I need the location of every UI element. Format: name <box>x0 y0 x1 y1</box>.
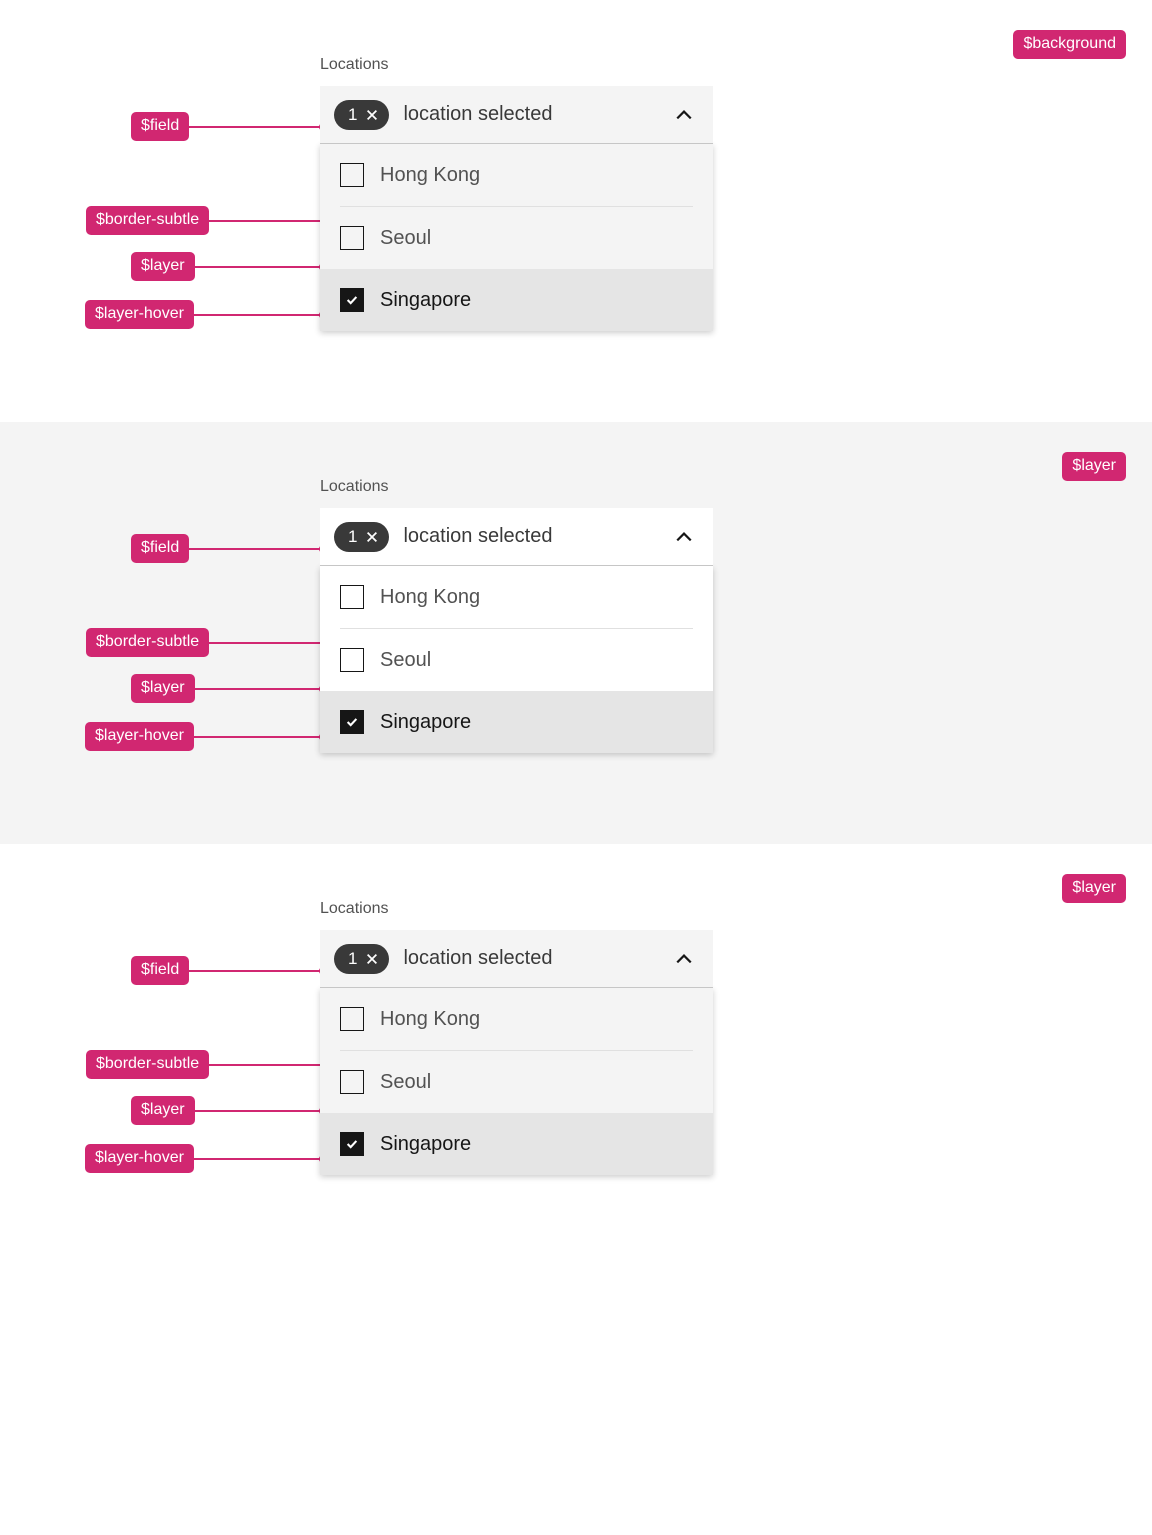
checkbox-unchecked-icon[interactable] <box>340 1070 364 1094</box>
multiselect-field[interactable]: 1 location selected <box>320 930 713 988</box>
option-label: Hong Kong <box>380 1008 480 1031</box>
clear-selection-icon[interactable] <box>365 530 379 544</box>
checkbox-checked-icon[interactable] <box>340 288 364 312</box>
option-label: Singapore <box>380 289 471 312</box>
multiselect-field[interactable]: 1 location selected <box>320 86 713 144</box>
option-label: Seoul <box>380 649 431 672</box>
token-tag-layer-hover: $layer-hover <box>85 1144 194 1173</box>
selected-count: 1 <box>348 527 357 547</box>
bottom-spacer <box>0 1270 1152 1535</box>
token-tag-layer: $layer <box>1062 874 1126 903</box>
token-section-layer-1: $layer $field $border-subtle $layer $lay… <box>0 422 1152 844</box>
option-hong-kong[interactable]: Hong Kong <box>320 988 713 1050</box>
leader-line <box>188 314 323 316</box>
multiselect-summary: location selected <box>403 103 552 126</box>
clear-selection-icon[interactable] <box>365 108 379 122</box>
selected-count-tag[interactable]: 1 <box>334 100 389 130</box>
leader-line <box>188 736 323 738</box>
multiselect: Locations 1 location selected Hong Kong … <box>320 56 713 331</box>
checkbox-unchecked-icon[interactable] <box>340 585 364 609</box>
multiselect-summary: location selected <box>403 947 552 970</box>
option-singapore[interactable]: Singapore <box>320 691 713 753</box>
token-tag-border-subtle: $border-subtle <box>86 1050 209 1079</box>
checkbox-unchecked-icon[interactable] <box>340 1007 364 1031</box>
multiselect-menu: Hong Kong Seoul Singapore <box>320 144 713 331</box>
multiselect-field[interactable]: 1 location selected <box>320 508 713 566</box>
option-hong-kong[interactable]: Hong Kong <box>320 566 713 628</box>
token-tag-background: $background <box>1013 30 1126 59</box>
token-tag-border-subtle: $border-subtle <box>86 628 209 657</box>
option-label: Singapore <box>380 1133 471 1156</box>
selected-count: 1 <box>348 105 357 125</box>
option-label: Hong Kong <box>380 586 480 609</box>
token-tag-field: $field <box>131 112 189 141</box>
leader-line <box>185 688 323 690</box>
token-tag-field: $field <box>131 534 189 563</box>
leader-line <box>183 548 323 550</box>
leader-line <box>185 266 323 268</box>
multiselect-menu: Hong Kong Seoul Singapore <box>320 566 713 753</box>
token-section-layer-2: $layer $field $border-subtle $layer $lay… <box>0 844 1152 1270</box>
leader-line <box>188 1158 323 1160</box>
option-label: Hong Kong <box>380 164 480 187</box>
selected-count-tag[interactable]: 1 <box>334 944 389 974</box>
chevron-up-icon[interactable] <box>675 106 693 124</box>
checkbox-checked-icon[interactable] <box>340 710 364 734</box>
option-hong-kong[interactable]: Hong Kong <box>320 144 713 206</box>
token-tag-layer-hover: $layer-hover <box>85 722 194 751</box>
checkbox-unchecked-icon[interactable] <box>340 163 364 187</box>
checkbox-checked-icon[interactable] <box>340 1132 364 1156</box>
checkbox-unchecked-icon[interactable] <box>340 648 364 672</box>
token-tag-layer: $layer <box>1062 452 1126 481</box>
multiselect-label: Locations <box>320 56 713 74</box>
chevron-up-icon[interactable] <box>675 528 693 546</box>
token-tag-field: $field <box>131 956 189 985</box>
option-singapore[interactable]: Singapore <box>320 1113 713 1175</box>
checkbox-unchecked-icon[interactable] <box>340 226 364 250</box>
multiselect-menu: Hong Kong Seoul Singapore <box>320 988 713 1175</box>
token-tag-layer-hover: $layer-hover <box>85 300 194 329</box>
multiselect-label: Locations <box>320 478 713 496</box>
option-label: Seoul <box>380 1071 431 1094</box>
clear-selection-icon[interactable] <box>365 952 379 966</box>
selected-count-tag[interactable]: 1 <box>334 522 389 552</box>
token-tag-border-subtle: $border-subtle <box>86 206 209 235</box>
option-label: Seoul <box>380 227 431 250</box>
option-singapore[interactable]: Singapore <box>320 269 713 331</box>
multiselect: Locations 1 location selected Hong Kong … <box>320 478 713 753</box>
chevron-up-icon[interactable] <box>675 950 693 968</box>
multiselect: Locations 1 location selected Hong Kong … <box>320 900 713 1175</box>
option-label: Singapore <box>380 711 471 734</box>
leader-line <box>183 970 323 972</box>
leader-line <box>183 126 323 128</box>
token-section-background: $background $field $border-subtle $layer… <box>0 0 1152 422</box>
leader-line <box>185 1110 323 1112</box>
multiselect-summary: location selected <box>403 525 552 548</box>
option-seoul[interactable]: Seoul <box>320 1051 713 1113</box>
option-seoul[interactable]: Seoul <box>320 207 713 269</box>
selected-count: 1 <box>348 949 357 969</box>
multiselect-label: Locations <box>320 900 713 918</box>
option-seoul[interactable]: Seoul <box>320 629 713 691</box>
